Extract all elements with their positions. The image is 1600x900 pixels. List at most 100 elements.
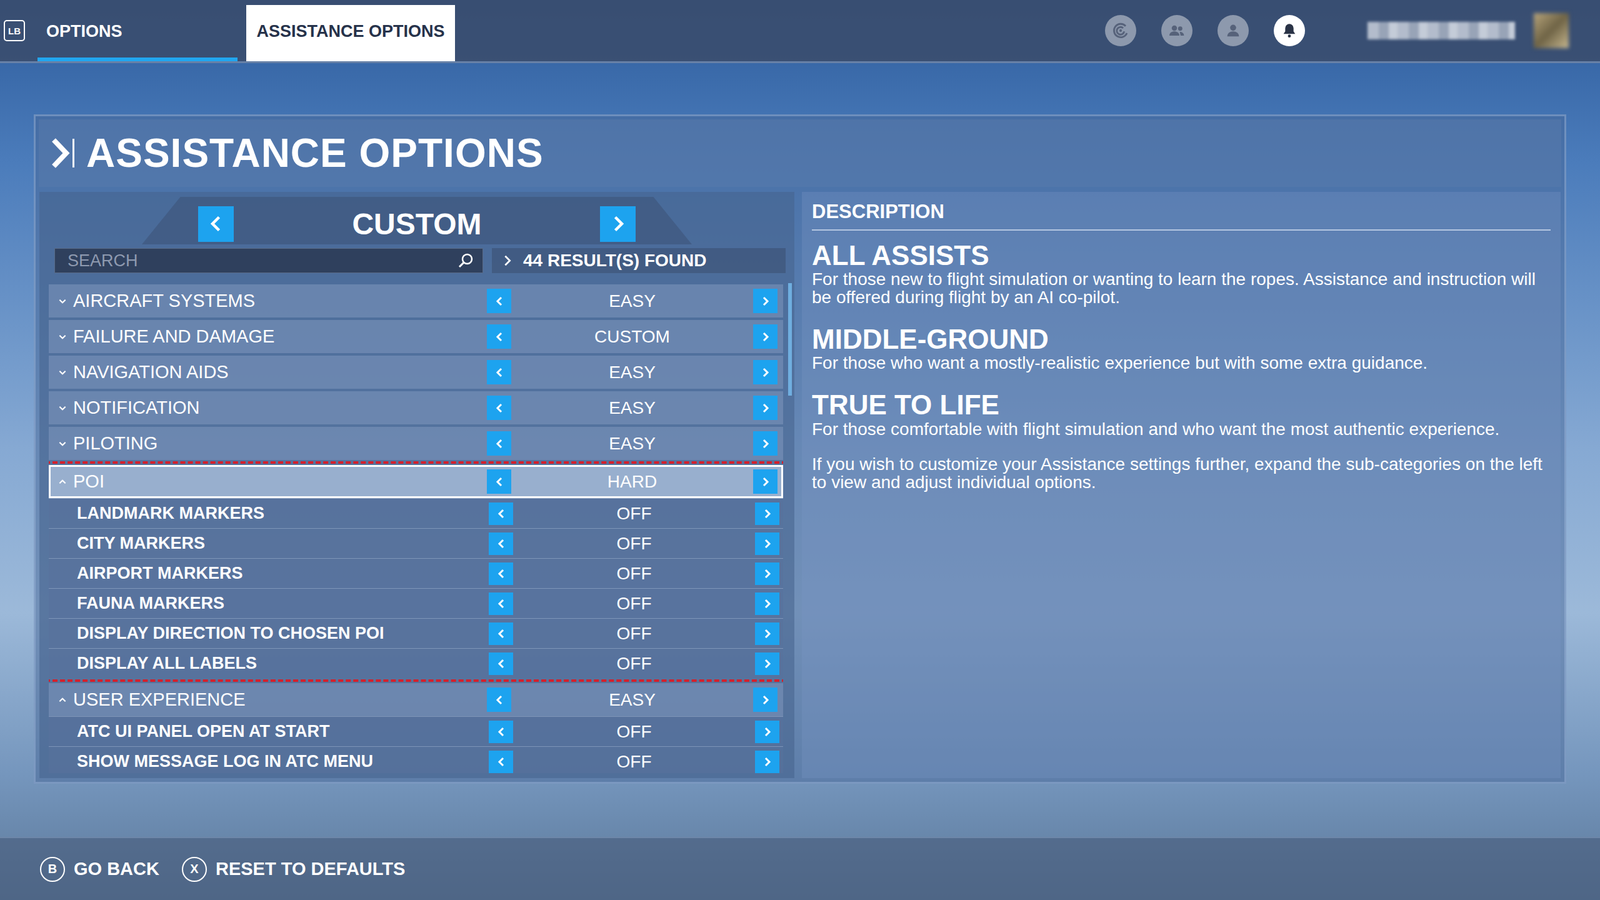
expand-icon[interactable] [58,477,67,487]
chevron-right-icon [760,506,775,522]
previous-value-button[interactable] [486,324,512,349]
chevron-right-icon [760,596,775,612]
previous-value-button[interactable] [486,360,512,385]
notifications-button[interactable] [1273,15,1305,47]
category-value: EASY [511,291,754,312]
chevron-left-icon [493,536,509,552]
next-value-button[interactable] [755,720,780,744]
tab[interactable]: ASSISTANCE OPTIONS [246,5,455,62]
friends-button[interactable] [1161,15,1193,47]
next-value-button[interactable] [755,532,780,555]
option-row[interactable]: FAUNA MARKERSOFF [48,588,784,619]
chevron-left-icon [491,692,507,708]
description-section: TRUE TO LIFEFor those comfortable with f… [811,390,1551,439]
search-field[interactable]: SEARCH [54,248,484,274]
next-value-button[interactable] [753,324,778,349]
category-value: EASY [511,362,754,383]
next-value-button[interactable] [753,288,778,314]
next-value-button[interactable] [753,360,778,385]
option-row[interactable]: LANDMARK MARKERSOFF [48,498,784,529]
previous-value-button[interactable] [486,288,512,314]
user-name-blurred [1367,21,1515,40]
previous-value-button[interactable] [488,622,514,645]
previous-value-button[interactable] [488,720,514,744]
option-row[interactable]: DISPLAY DIRECTION TO CHOSEN POIOFF [48,618,784,649]
category-row[interactable]: NOTIFICATIONEASY [48,391,784,425]
chevron-right-icon [760,754,775,770]
profile-button[interactable] [1217,15,1249,47]
option-value: OFF [513,751,755,772]
description-section: MIDDLE-GROUNDFor those who want a mostly… [811,324,1551,373]
chevron-right-icon [758,474,774,490]
settings-panel: CUSTOMSEARCH44 RESULT(S) FOUNDAIRCRAFT S… [39,191,795,779]
expand-icon[interactable] [58,296,67,306]
lb-bumper[interactable]: LB [3,20,25,42]
category-row[interactable]: USER EXPERIENCEEASY [48,683,784,717]
option-value: OFF [513,623,755,644]
panel-title: ASSISTANCE OPTIONS [86,130,544,177]
chevron-left-icon [493,754,509,770]
chevron-left-icon [491,293,507,309]
activity-button[interactable] [1105,15,1137,47]
option-row[interactable]: AIRPORT MARKERSOFF [48,558,784,589]
footer-button[interactable]: XRESET TO DEFAULTS [181,856,405,882]
settings-list: AIRCRAFT SYSTEMSEASYFAILURE AND DAMAGECU… [48,283,784,774]
next-value-button[interactable] [755,652,780,675]
footer-button[interactable]: BGO BACK [40,856,160,882]
chevron-left-icon [493,626,509,642]
previous-value-button[interactable] [488,652,514,675]
controller-key: X [181,856,207,882]
tab[interactable]: OPTIONS [37,5,238,62]
footer-bar: BGO BACK XRESET TO DEFAULTS [0,836,1600,900]
next-value-button[interactable] [755,502,780,525]
category-row[interactable]: NAVIGATION AIDSEASY [48,355,784,389]
previous-value-button[interactable] [486,431,512,456]
previous-value-button[interactable] [486,469,512,494]
next-value-button[interactable] [753,431,778,456]
previous-value-button[interactable] [486,687,512,712]
previous-value-button[interactable] [488,750,514,774]
expand-icon[interactable] [58,695,67,705]
expand-icon[interactable] [58,439,67,449]
next-value-button[interactable] [755,562,780,585]
previous-value-button[interactable] [488,502,514,525]
category-row[interactable]: AIRCRAFT SYSTEMSEASY [48,284,784,318]
chevron-right-icon [758,436,774,452]
previous-value-button[interactable] [486,395,512,420]
option-row[interactable]: SHOW MESSAGE LOG IN ATC MENUOFF [48,746,784,774]
expand-icon[interactable] [58,332,67,342]
chevron-right-icon [760,626,775,642]
next-value-button[interactable] [755,622,780,645]
category-row[interactable]: PILOTINGEASY [48,426,784,460]
chevron-left-icon [493,596,509,612]
chevron-left-icon [493,656,509,672]
profile-icon [1223,20,1244,41]
option-row[interactable]: ATC UI PANEL OPEN AT STARTOFF [48,716,784,747]
previous-value-button[interactable] [488,532,514,555]
option-value: OFF [513,533,755,554]
previous-value-button[interactable] [488,562,514,585]
scrollbar[interactable] [788,283,792,774]
chevron-left-icon [491,474,507,490]
avatar[interactable] [1533,13,1569,49]
category-row[interactable]: FAILURE AND DAMAGECUSTOM [48,320,784,354]
chevron-right-icon [760,566,775,582]
option-row[interactable]: CITY MARKERSOFF [48,528,784,559]
chevron-left-icon [493,506,509,522]
expand-icon[interactable] [58,403,67,413]
previous-value-button[interactable] [488,592,514,615]
chevron-right-icon [758,365,774,380]
expand-icon[interactable] [58,368,67,377]
next-value-button[interactable] [753,469,778,494]
preset-prev-button[interactable] [198,206,234,242]
next-value-button[interactable] [755,750,780,774]
next-value-button[interactable] [755,592,780,615]
preset-label: CUSTOM [351,206,482,242]
option-row[interactable]: DISPLAY ALL LABELSOFF [48,648,784,679]
option-value: OFF [513,503,755,524]
next-value-button[interactable] [753,687,778,712]
category-row[interactable]: POIHARD [48,465,784,499]
preset-next-button[interactable] [600,206,636,242]
next-value-button[interactable] [753,395,778,420]
category-group: USER EXPERIENCEEASYATC UI PANEL OPEN AT … [48,683,784,774]
